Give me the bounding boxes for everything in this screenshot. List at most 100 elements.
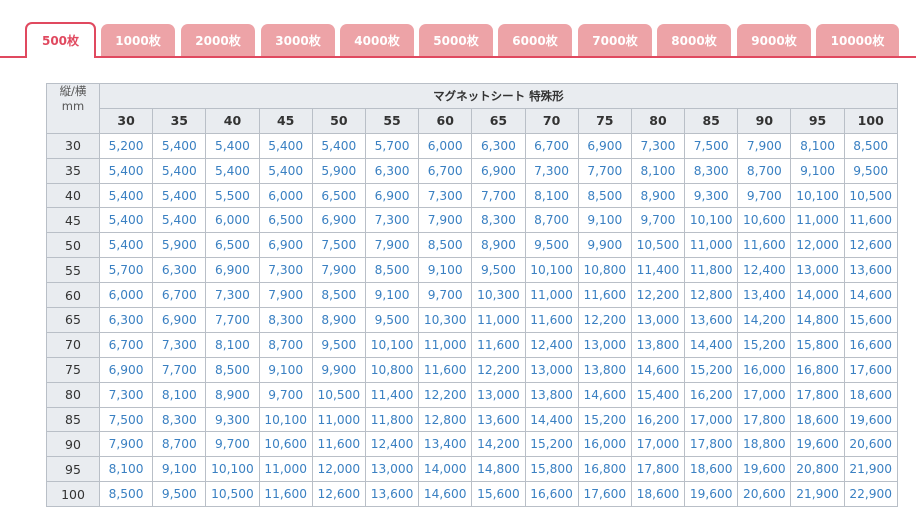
price-cell[interactable]: 8,100 bbox=[524, 182, 579, 209]
price-cell[interactable]: 20,600 bbox=[737, 481, 792, 508]
price-cell[interactable]: 8,500 bbox=[311, 282, 366, 309]
price-cell[interactable]: 6,900 bbox=[98, 356, 154, 383]
price-cell[interactable]: 11,600 bbox=[577, 282, 632, 309]
price-cell[interactable]: 9,100 bbox=[258, 356, 313, 383]
price-cell[interactable]: 8,100 bbox=[790, 132, 845, 159]
price-cell[interactable]: 9,700 bbox=[258, 381, 313, 408]
price-cell[interactable]: 5,400 bbox=[205, 157, 260, 184]
price-cell[interactable]: 5,400 bbox=[311, 132, 366, 159]
price-cell[interactable]: 13,000 bbox=[630, 307, 686, 333]
price-cell[interactable]: 10,100 bbox=[684, 207, 739, 234]
price-cell[interactable]: 14,600 bbox=[843, 282, 898, 309]
tab-quantity-4000[interactable]: 4000枚 bbox=[340, 24, 414, 56]
price-cell[interactable]: 11,000 bbox=[524, 282, 579, 309]
price-cell[interactable]: 8,900 bbox=[205, 381, 260, 408]
price-cell[interactable]: 12,200 bbox=[471, 356, 526, 383]
price-cell[interactable]: 10,100 bbox=[524, 257, 579, 284]
price-cell[interactable]: 14,800 bbox=[471, 456, 526, 483]
price-cell[interactable]: 14,200 bbox=[471, 431, 526, 458]
price-cell[interactable]: 14,600 bbox=[577, 381, 632, 408]
price-cell[interactable]: 17,600 bbox=[843, 356, 898, 383]
price-cell[interactable]: 7,300 bbox=[98, 381, 154, 408]
price-cell[interactable]: 17,000 bbox=[684, 406, 739, 433]
price-cell[interactable]: 7,300 bbox=[418, 182, 473, 209]
price-cell[interactable]: 11,400 bbox=[630, 257, 686, 284]
price-cell[interactable]: 5,400 bbox=[258, 132, 313, 159]
price-cell[interactable]: 20,600 bbox=[843, 431, 898, 458]
price-cell[interactable]: 10,500 bbox=[630, 232, 686, 259]
price-cell[interactable]: 9,500 bbox=[524, 232, 579, 259]
price-cell[interactable]: 11,000 bbox=[311, 406, 366, 433]
price-cell[interactable]: 10,800 bbox=[364, 356, 420, 383]
price-cell[interactable]: 7,300 bbox=[258, 257, 313, 284]
price-cell[interactable]: 8,700 bbox=[524, 207, 579, 234]
price-cell[interactable]: 11,000 bbox=[471, 307, 526, 333]
price-cell[interactable]: 8,500 bbox=[364, 257, 420, 284]
price-cell[interactable]: 13,400 bbox=[418, 431, 473, 458]
tab-quantity-7000[interactable]: 7000枚 bbox=[578, 24, 652, 56]
price-cell[interactable]: 13,800 bbox=[577, 356, 632, 383]
price-cell[interactable]: 6,500 bbox=[258, 207, 313, 234]
price-cell[interactable]: 17,800 bbox=[684, 431, 739, 458]
price-cell[interactable]: 18,600 bbox=[790, 406, 845, 433]
price-cell[interactable]: 8,300 bbox=[258, 307, 313, 333]
price-cell[interactable]: 16,000 bbox=[737, 356, 792, 383]
price-cell[interactable]: 6,900 bbox=[471, 157, 526, 184]
price-cell[interactable]: 15,200 bbox=[524, 431, 579, 458]
price-cell[interactable]: 10,100 bbox=[205, 456, 260, 483]
price-cell[interactable]: 6,000 bbox=[258, 182, 313, 209]
price-cell[interactable]: 16,800 bbox=[790, 356, 845, 383]
price-cell[interactable]: 12,200 bbox=[418, 381, 473, 408]
price-cell[interactable]: 16,800 bbox=[577, 456, 632, 483]
price-cell[interactable]: 7,700 bbox=[471, 182, 526, 209]
price-cell[interactable]: 12,400 bbox=[364, 431, 420, 458]
tab-quantity-2000[interactable]: 2000枚 bbox=[181, 24, 255, 56]
price-cell[interactable]: 6,300 bbox=[152, 257, 207, 284]
price-cell[interactable]: 9,500 bbox=[843, 157, 898, 184]
price-cell[interactable]: 10,800 bbox=[577, 257, 632, 284]
price-cell[interactable]: 5,400 bbox=[205, 132, 260, 159]
price-cell[interactable]: 7,500 bbox=[684, 132, 739, 159]
tab-quantity-9000[interactable]: 9000枚 bbox=[737, 24, 811, 56]
price-cell[interactable]: 16,200 bbox=[630, 406, 686, 433]
price-cell[interactable]: 16,000 bbox=[577, 431, 632, 458]
price-cell[interactable]: 5,400 bbox=[258, 157, 313, 184]
price-cell[interactable]: 17,000 bbox=[630, 431, 686, 458]
price-cell[interactable]: 14,000 bbox=[418, 456, 473, 483]
price-cell[interactable]: 17,600 bbox=[577, 481, 632, 508]
price-cell[interactable]: 6,300 bbox=[364, 157, 420, 184]
price-cell[interactable]: 5,400 bbox=[98, 182, 154, 209]
price-cell[interactable]: 9,100 bbox=[418, 257, 473, 284]
price-cell[interactable]: 6,000 bbox=[418, 132, 473, 159]
price-cell[interactable]: 13,600 bbox=[364, 481, 420, 508]
price-cell[interactable]: 20,800 bbox=[790, 456, 845, 483]
price-cell[interactable]: 8,900 bbox=[630, 182, 686, 209]
price-cell[interactable]: 14,600 bbox=[630, 356, 686, 383]
price-cell[interactable]: 9,300 bbox=[684, 182, 739, 209]
price-cell[interactable]: 22,900 bbox=[843, 481, 898, 508]
price-cell[interactable]: 12,800 bbox=[684, 282, 739, 309]
price-cell[interactable]: 9,500 bbox=[152, 481, 207, 508]
price-cell[interactable]: 5,400 bbox=[98, 207, 154, 234]
price-cell[interactable]: 7,900 bbox=[258, 282, 313, 309]
price-cell[interactable]: 10,600 bbox=[258, 431, 313, 458]
price-cell[interactable]: 12,600 bbox=[311, 481, 366, 508]
price-cell[interactable]: 8,500 bbox=[418, 232, 473, 259]
price-cell[interactable]: 13,800 bbox=[630, 331, 686, 358]
price-cell[interactable]: 9,100 bbox=[364, 282, 420, 309]
price-cell[interactable]: 6,900 bbox=[205, 257, 260, 284]
price-cell[interactable]: 11,600 bbox=[418, 356, 473, 383]
price-cell[interactable]: 12,200 bbox=[630, 282, 686, 309]
price-cell[interactable]: 15,400 bbox=[630, 381, 686, 408]
price-cell[interactable]: 17,800 bbox=[630, 456, 686, 483]
price-cell[interactable]: 6,500 bbox=[205, 232, 260, 259]
price-cell[interactable]: 6,700 bbox=[152, 282, 207, 309]
price-cell[interactable]: 5,700 bbox=[364, 132, 420, 159]
price-cell[interactable]: 8,300 bbox=[471, 207, 526, 234]
price-cell[interactable]: 7,300 bbox=[205, 282, 260, 309]
price-cell[interactable]: 14,600 bbox=[418, 481, 473, 508]
price-cell[interactable]: 9,900 bbox=[577, 232, 632, 259]
price-cell[interactable]: 9,500 bbox=[311, 331, 366, 358]
price-cell[interactable]: 5,500 bbox=[205, 182, 260, 209]
price-cell[interactable]: 7,500 bbox=[311, 232, 366, 259]
